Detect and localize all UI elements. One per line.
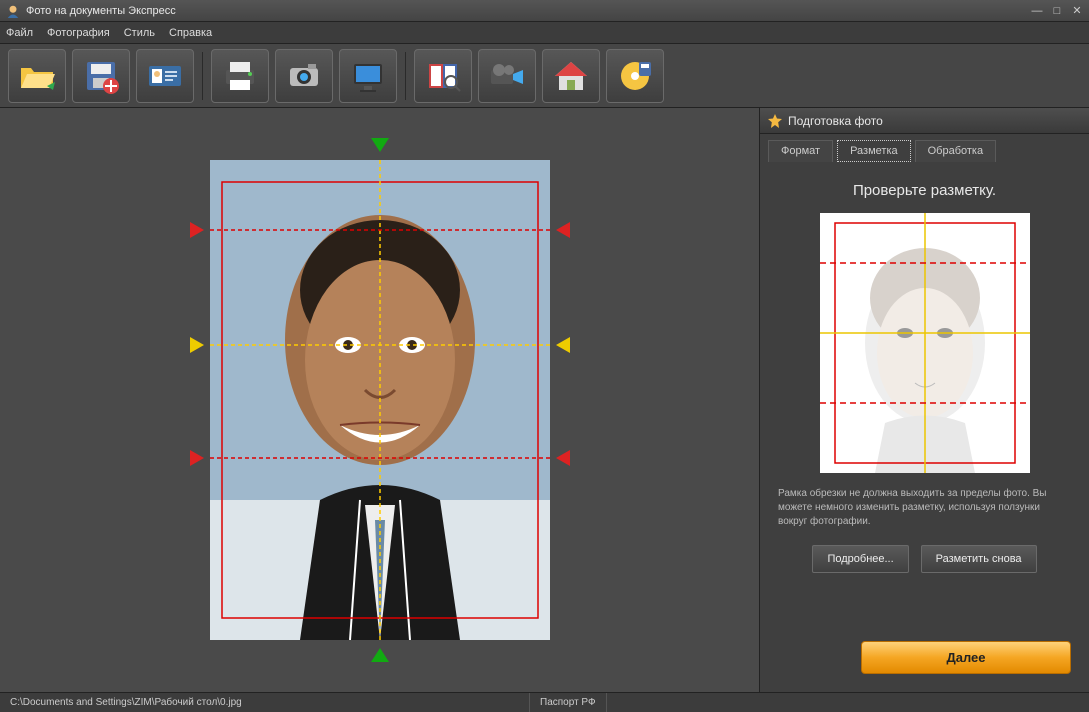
panel-header: Подготовка фото (760, 108, 1089, 134)
monitor-icon (348, 56, 388, 96)
home-icon (551, 56, 591, 96)
crop-overlay (210, 160, 550, 640)
video-button[interactable] (478, 49, 536, 103)
reference-photo (820, 213, 1030, 473)
book-search-icon (423, 56, 463, 96)
monitor-button[interactable] (339, 49, 397, 103)
panel-title: Подготовка фото (788, 114, 883, 128)
open-button[interactable] (8, 49, 66, 103)
minimize-icon[interactable]: — (1031, 5, 1043, 17)
folder-open-icon (17, 56, 57, 96)
statusbar: C:\Documents and Settings\ZIM\Рабочий ст… (0, 692, 1089, 712)
tab-markup[interactable]: Разметка (837, 140, 911, 162)
menu-help[interactable]: Справка (169, 27, 212, 39)
home-button[interactable] (542, 49, 600, 103)
main-photo[interactable] (210, 160, 550, 640)
menu-style[interactable]: Стиль (124, 27, 155, 39)
camera-button[interactable] (275, 49, 333, 103)
canvas-area (0, 108, 759, 692)
video-camera-icon (487, 56, 527, 96)
star-icon (768, 114, 782, 128)
camera-icon (284, 56, 324, 96)
id-card-button[interactable] (136, 49, 194, 103)
status-path: C:\Documents and Settings\ZIM\Рабочий ст… (0, 693, 530, 712)
titlebar: Фото на документы Экспресс — □ ✕ (0, 0, 1089, 22)
disc-icon (615, 56, 655, 96)
window-title: Фото на документы Экспресс (26, 5, 176, 17)
disc-button[interactable] (606, 49, 664, 103)
tab-processing[interactable]: Обработка (915, 140, 996, 162)
tabs: Формат Разметка Обработка (760, 134, 1089, 162)
maximize-icon[interactable]: □ (1051, 5, 1063, 17)
printer-icon (220, 56, 260, 96)
side-panel: Подготовка фото Формат Разметка Обработк… (759, 108, 1089, 692)
toolbar-separator (202, 52, 203, 100)
status-format: Паспорт РФ (530, 693, 607, 712)
tab-format[interactable]: Формат (768, 140, 833, 162)
browse-button[interactable] (414, 49, 472, 103)
app-icon (6, 4, 20, 18)
close-icon[interactable]: ✕ (1071, 5, 1083, 17)
floppy-icon (81, 56, 121, 96)
check-title: Проверьте разметку. (853, 182, 996, 199)
next-button[interactable]: Далее (861, 641, 1071, 674)
toolbar (0, 44, 1089, 108)
print-button[interactable] (211, 49, 269, 103)
toolbar-separator (405, 52, 406, 100)
menubar: Файл Фотография Стиль Справка (0, 22, 1089, 44)
id-card-icon (145, 56, 185, 96)
remark-button[interactable]: Разметить снова (921, 545, 1037, 573)
menu-file[interactable]: Файл (6, 27, 33, 39)
hint-text: Рамка обрезки не должна выходить за пред… (778, 487, 1071, 529)
menu-photo[interactable]: Фотография (47, 27, 110, 39)
more-button[interactable]: Подробнее... (812, 545, 908, 573)
save-button[interactable] (72, 49, 130, 103)
